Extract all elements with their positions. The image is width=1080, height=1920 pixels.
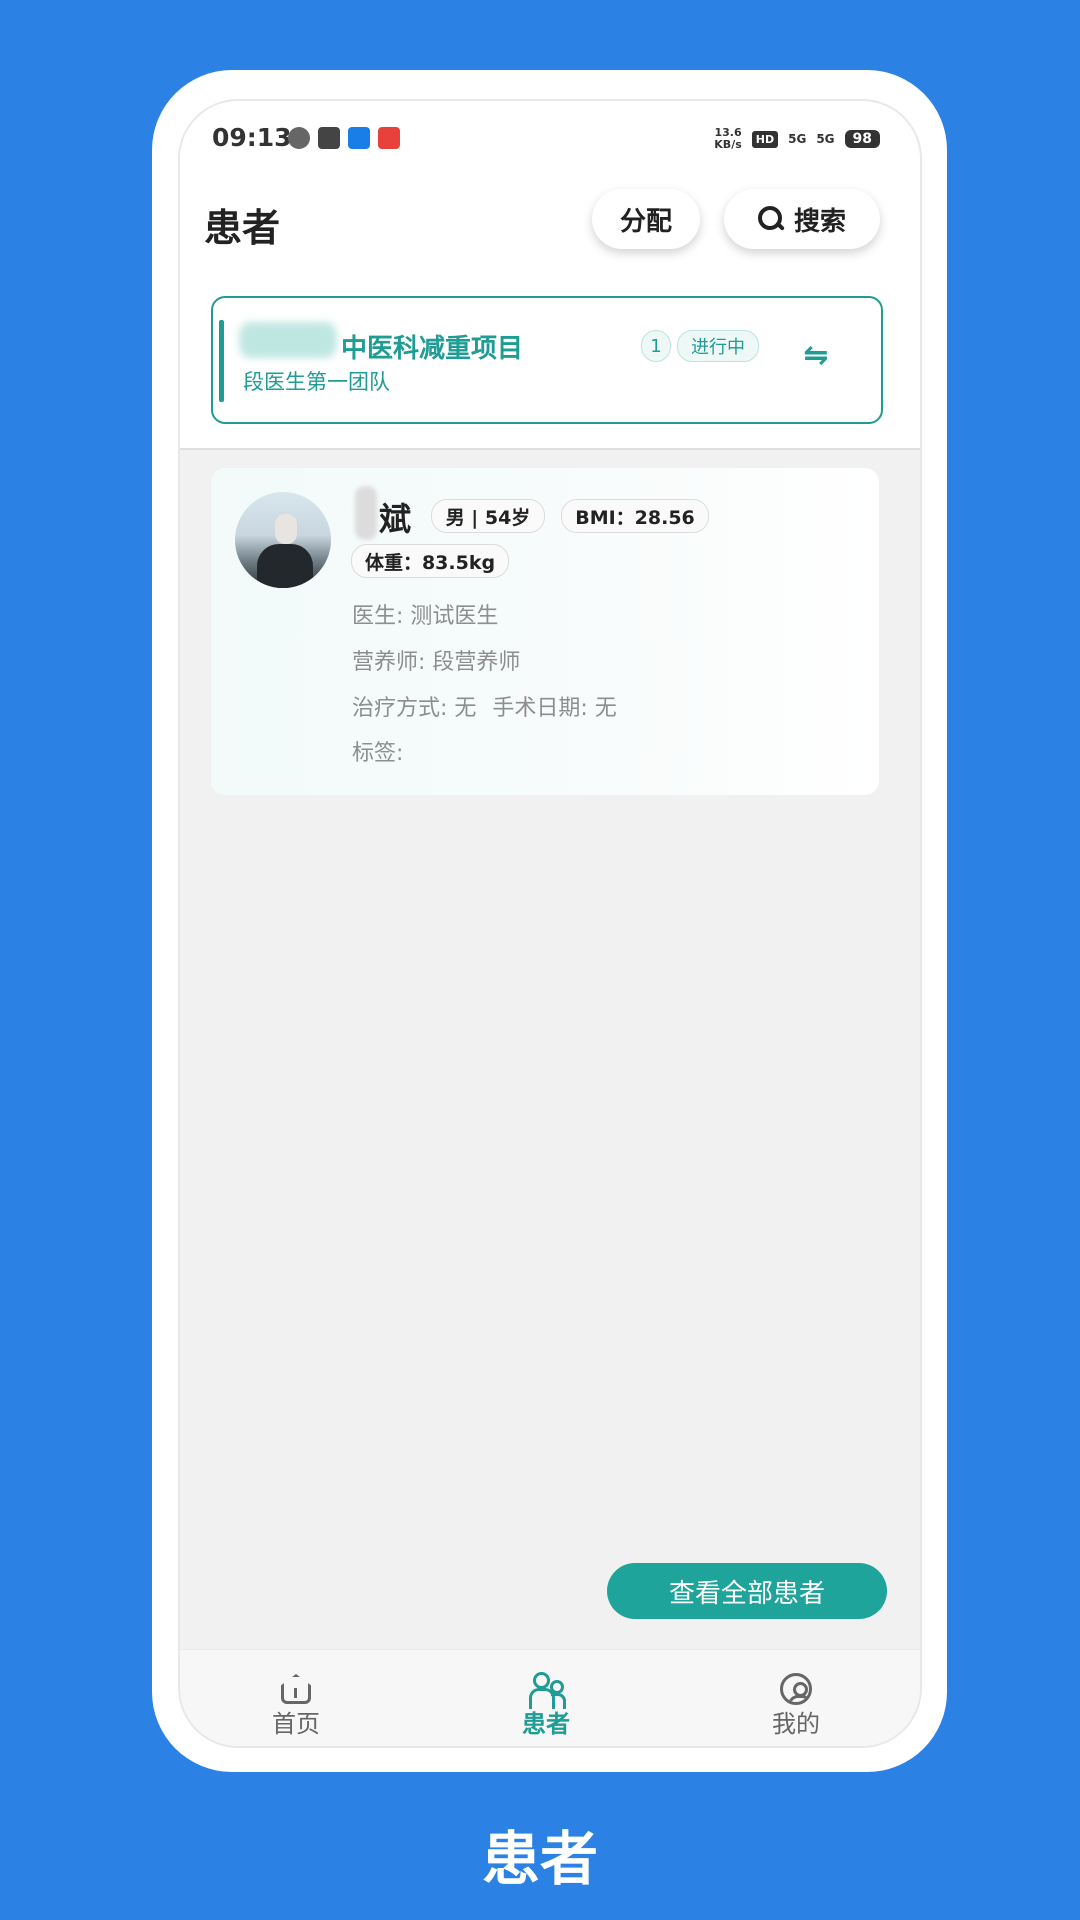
header-area: 09:13 13.6 KB/s HD 5G 5G 98 患者 分配 搜索 中医科… bbox=[180, 101, 920, 450]
swap-icon[interactable]: ⇋ bbox=[799, 338, 833, 374]
search-button-label: 搜索 bbox=[793, 206, 846, 237]
signal-icon: 5G bbox=[816, 132, 835, 146]
redacted-text bbox=[239, 322, 337, 358]
page-title: 患者 bbox=[204, 206, 281, 250]
doctor-info: 医生: 测试医生 bbox=[352, 604, 499, 629]
redacted-name bbox=[355, 486, 377, 540]
bottom-nav: 首页 患者 我的 bbox=[180, 1649, 920, 1746]
status-indicators: 13.6 KB/s HD 5G 5G 98 bbox=[714, 127, 880, 151]
project-team: 段医生第一团队 bbox=[243, 370, 390, 394]
nav-mine[interactable]: 我的 bbox=[736, 1672, 856, 1739]
tags-info: 标签: bbox=[352, 741, 404, 766]
signal-icon: 5G bbox=[788, 132, 807, 146]
gender-age-chip: 男 | 54岁 bbox=[431, 499, 545, 533]
search-icon bbox=[757, 206, 785, 232]
project-selector[interactable]: 中医科减重项目 段医生第一团队 1 进行中 ⇋ bbox=[211, 296, 883, 424]
hd-voice-icon: HD bbox=[751, 130, 779, 148]
network-speed: 13.6 KB/s bbox=[714, 126, 742, 151]
status-time: 09:13 bbox=[212, 123, 292, 152]
project-accent-bar bbox=[219, 320, 224, 402]
home-icon bbox=[279, 1672, 313, 1706]
view-all-patients-button[interactable]: 查看全部患者 bbox=[607, 1563, 887, 1619]
assign-button[interactable]: 分配 bbox=[592, 189, 700, 249]
nav-home-label: 首页 bbox=[272, 1710, 320, 1738]
weight-chip: 体重：83.5kg bbox=[351, 544, 509, 578]
phone-screen: 09:13 13.6 KB/s HD 5G 5G 98 患者 分配 搜索 中医科… bbox=[180, 101, 920, 1746]
nav-home[interactable]: 首页 bbox=[236, 1672, 356, 1739]
treatment-info: 治疗方式: 无手术日期: 无 bbox=[352, 690, 617, 722]
mail-icon bbox=[318, 127, 340, 149]
avatar bbox=[235, 492, 331, 588]
status-bar: 09:13 13.6 KB/s HD 5G 5G 98 bbox=[180, 101, 920, 181]
treatment-method: 治疗方式: 无 bbox=[352, 696, 477, 721]
profile-icon bbox=[779, 1672, 813, 1706]
nav-patients[interactable]: 患者 bbox=[486, 1672, 606, 1739]
assign-button-label: 分配 bbox=[619, 206, 672, 237]
surgery-date: 手术日期: 无 bbox=[492, 696, 617, 721]
search-button[interactable]: 搜索 bbox=[724, 189, 880, 249]
project-status-badge: 进行中 bbox=[677, 330, 759, 362]
nutritionist-info: 营养师: 段营养师 bbox=[352, 650, 521, 675]
notification-icons bbox=[288, 127, 400, 149]
bmi-chip: BMI：28.56 bbox=[561, 499, 709, 533]
wechat-icon bbox=[288, 127, 310, 149]
nav-patients-label: 患者 bbox=[522, 1710, 570, 1738]
caption: 患者 bbox=[481, 1825, 598, 1893]
patient-card[interactable]: 斌 男 | 54岁 BMI：28.56 体重：83.5kg 医生: 测试医生 营… bbox=[211, 468, 879, 795]
battery-icon: 98 bbox=[844, 130, 880, 148]
shopping-app-icon bbox=[378, 127, 400, 149]
app-notification-icon bbox=[348, 127, 370, 149]
nav-mine-label: 我的 bbox=[772, 1710, 820, 1738]
patients-icon bbox=[529, 1672, 566, 1709]
project-count-badge: 1 bbox=[641, 330, 671, 362]
